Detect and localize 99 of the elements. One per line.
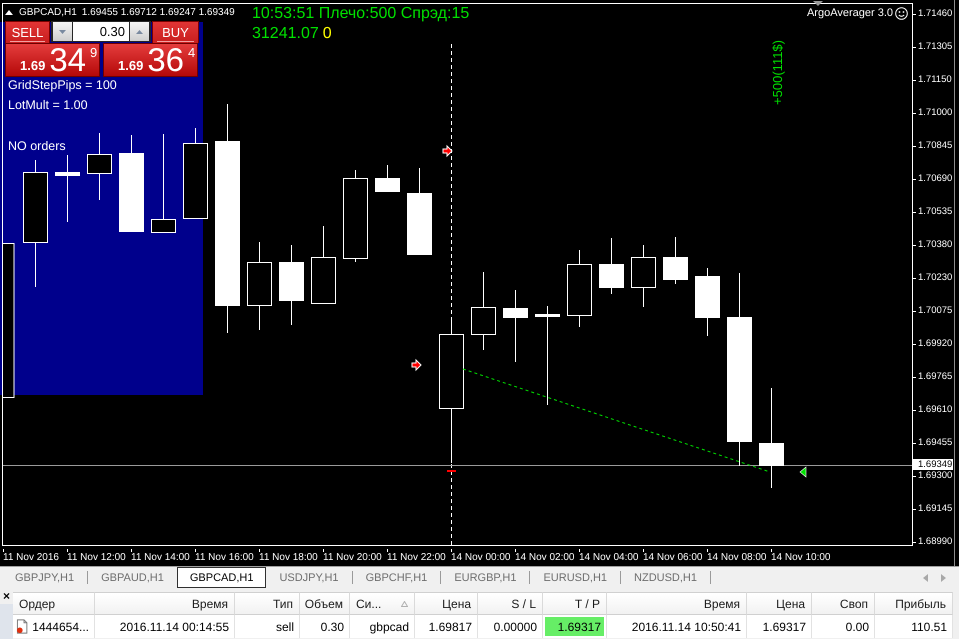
price-axis-label: 1.69610 [913, 404, 954, 416]
column-header[interactable]: Ордер [13, 592, 95, 615]
chart-tab[interactable]: EURUSD,H1 [530, 567, 620, 588]
candlestick [631, 244, 656, 308]
column-header[interactable]: S / L [478, 592, 543, 615]
column-header[interactable]: Цена [747, 592, 812, 615]
sell-button[interactable]: SELL [5, 21, 50, 43]
table-cell: 2016.11.14 00:14:55 [95, 615, 235, 638]
time-axis-label: 14 Nov 08:00 [707, 549, 766, 564]
time-axis-label: 14 Nov 00:00 [451, 549, 510, 564]
column-header[interactable]: Тип [235, 592, 300, 615]
shift-marker-icon [813, 1, 823, 6]
dash-marker-icon [447, 470, 456, 472]
table-cell: 1.69317 [543, 615, 607, 638]
price-axis-label: 1.70075 [913, 305, 954, 317]
chart-tab[interactable]: GBPCAD,H1 [176, 567, 266, 588]
chart-tab[interactable]: GBPCHF,H1 [352, 567, 440, 588]
column-header[interactable]: Цена [415, 592, 478, 615]
candlestick [375, 164, 400, 192]
chart-tab[interactable]: EURGBP,H1 [441, 567, 530, 588]
candlestick [599, 238, 624, 294]
sort-icon [401, 600, 408, 606]
price-axis-label: 1.71305 [913, 41, 954, 53]
candlestick [87, 132, 112, 200]
column-header[interactable]: Прибыль [875, 592, 953, 615]
table-cell: 1.69817 [415, 615, 478, 638]
price-axis-label: 1.70230 [913, 272, 954, 284]
triangle-marker-icon [800, 466, 806, 478]
time-axis-label: 14 Nov 06:00 [643, 549, 702, 564]
up-caret-icon [136, 30, 143, 34]
current-price-label: 1.69349 [913, 459, 953, 470]
candlestick [55, 154, 80, 222]
price-axis-label: 1.69455 [913, 437, 954, 449]
column-header[interactable]: Время [95, 592, 235, 615]
column-header[interactable]: Си... [350, 592, 415, 615]
time-axis-label: 11 Nov 22:00 [387, 549, 446, 564]
price-axis-label: 1.71000 [913, 107, 954, 119]
time-axis-label: 11 Nov 20:00 [323, 549, 382, 564]
column-header[interactable]: T / P [543, 592, 607, 615]
column-header[interactable]: Своп [812, 592, 875, 615]
buy-button[interactable]: BUY [152, 21, 199, 43]
price-axis-label: 1.70380 [913, 239, 954, 251]
account-info-text: 10:53:51 Плечо:500 Спрэд:15 [252, 4, 470, 24]
table-cell: 2016.11.14 10:50:41 [607, 615, 747, 638]
lot-size-field[interactable]: 0.30 [73, 22, 129, 41]
increase-button[interactable] [130, 22, 149, 41]
smiley-icon [895, 7, 908, 20]
scroll-right-icon[interactable] [941, 574, 946, 582]
quotes-text: 1.69455 1.69712 1.69247 1.69349 [82, 6, 235, 19]
time-axis-label: 11 Nov 12:00 [67, 549, 126, 564]
order-number: 1444654... [32, 620, 89, 634]
document-icon [16, 619, 28, 634]
account-info-text: 0 [322, 24, 332, 44]
status-text: NO orders [8, 138, 66, 155]
down-caret-icon [59, 30, 66, 34]
price-axis-label: 1.71150 [913, 74, 954, 86]
price-axis-label: 1.68990 [913, 536, 954, 548]
setting-text: GridStepPips = 100 [8, 77, 117, 94]
candlestick [663, 236, 688, 284]
table-cell: 1.69317 [747, 615, 812, 638]
close-button[interactable]: × [0, 588, 13, 604]
expert-name: ArgoAverager 3.0 [806, 7, 893, 20]
time-axis-label: 11 Nov 2016 [3, 549, 59, 564]
price-axis-label: 1.69145 [913, 503, 954, 515]
price-axis-label: 1.70690 [913, 173, 954, 185]
candlestick [695, 268, 720, 336]
account-info-text: 31241.07 [252, 24, 319, 44]
time-axis-label: 14 Nov 10:00 [771, 549, 830, 564]
scroll-left-icon[interactable] [923, 574, 928, 582]
arrow-marker-icon [442, 144, 453, 158]
table-cell: sell [235, 615, 300, 638]
time-axis-label: 11 Nov 14:00 [131, 549, 190, 564]
profit-label: +500(111$) [771, 40, 785, 105]
price-axis-label: 1.71460 [913, 8, 954, 20]
up-triangle-icon[interactable] [5, 10, 13, 15]
decrease-button[interactable] [53, 22, 72, 41]
time-axis-label: 11 Nov 16:00 [195, 549, 254, 564]
time-axis-label: 11 Nov 18:00 [259, 549, 318, 564]
price-axis-label: 1.70845 [913, 140, 954, 152]
chart-tab[interactable]: GBPAUD,H1 [88, 567, 177, 588]
symbol-text: GBPCAD,H1 [19, 6, 77, 19]
arrow-marker-icon [412, 358, 422, 372]
price-axis-label: 1.69765 [913, 371, 954, 383]
column-header[interactable]: Время [607, 592, 747, 615]
chart-tab[interactable]: NZDUSD,H1 [621, 567, 710, 588]
time-axis-label: 14 Nov 04:00 [579, 549, 638, 564]
table-cell: gbpcad [350, 615, 415, 638]
chart-tab[interactable]: GBPJPY,H1 [2, 567, 88, 588]
table-cell: 0.00 [812, 615, 875, 638]
table-cell: 110.51 [875, 615, 953, 638]
column-header[interactable]: Объем [300, 592, 350, 615]
price-axis-label: 1.69920 [913, 338, 954, 350]
price-axis-label: 1.70535 [913, 206, 954, 218]
table-cell: 0.30 [300, 615, 350, 638]
price-axis-label: 1.69300 [913, 470, 954, 482]
chart-tab[interactable]: USDJPY,H1 [266, 567, 352, 588]
time-axis-label: 14 Nov 02:00 [515, 549, 574, 564]
table-cell: 0.00000 [478, 615, 543, 638]
setting-text: LotMult = 1.00 [8, 97, 88, 114]
